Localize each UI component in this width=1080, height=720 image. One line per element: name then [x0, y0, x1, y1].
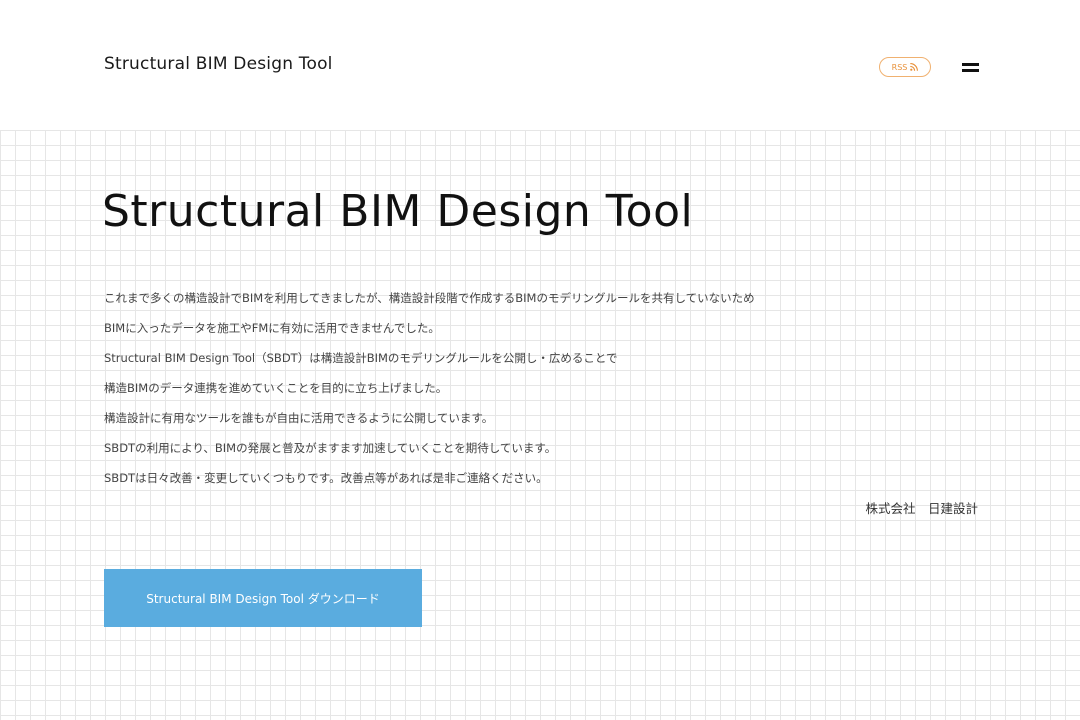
description-line: Structural BIM Design Tool（SBDT）は構造設計BIM… — [104, 351, 618, 365]
description-line: 構造BIMのデータ連携を進めていくことを目的に立ち上げました。 — [104, 381, 448, 395]
description-line: SBDTは日々改善・変更していくつもりです。改善点等があれば是非ご連絡ください。 — [104, 471, 548, 485]
rss-icon — [910, 63, 919, 71]
site-header: Structural BIM Design Tool RSS — [0, 0, 1080, 130]
main-content: Structural BIM Design Tool これまで多くの構造設計でB… — [0, 130, 1080, 720]
site-title-link[interactable]: Structural BIM Design Tool — [104, 54, 333, 74]
description-line: SBDTの利用により、BIMの発展と普及がますます加速していくことを期待していま… — [104, 441, 557, 455]
page-title: Structural BIM Design Tool — [102, 186, 694, 237]
download-button[interactable]: Structural BIM Design Tool ダウンロード — [104, 569, 422, 627]
rss-label: RSS — [891, 62, 908, 72]
description-line: これまで多くの構造設計でBIMを利用してきましたが、構造設計段階で作成するBIM… — [104, 291, 755, 305]
description-list: これまで多くの構造設計でBIMを利用してきましたが、構造設計段階で作成するBIM… — [104, 288, 755, 498]
description-line: BIMに入ったデータを施工やFMに有効に活用できませんでした。 — [104, 321, 440, 335]
menu-line — [962, 63, 979, 66]
rss-button[interactable]: RSS — [879, 57, 931, 77]
company-name: 株式会社 日建設計 — [865, 501, 978, 516]
hamburger-menu-icon[interactable] — [962, 61, 979, 75]
description-line: 構造設計に有用なツールを誰もが自由に活用できるように公開しています。 — [104, 411, 494, 425]
menu-line — [962, 69, 979, 72]
